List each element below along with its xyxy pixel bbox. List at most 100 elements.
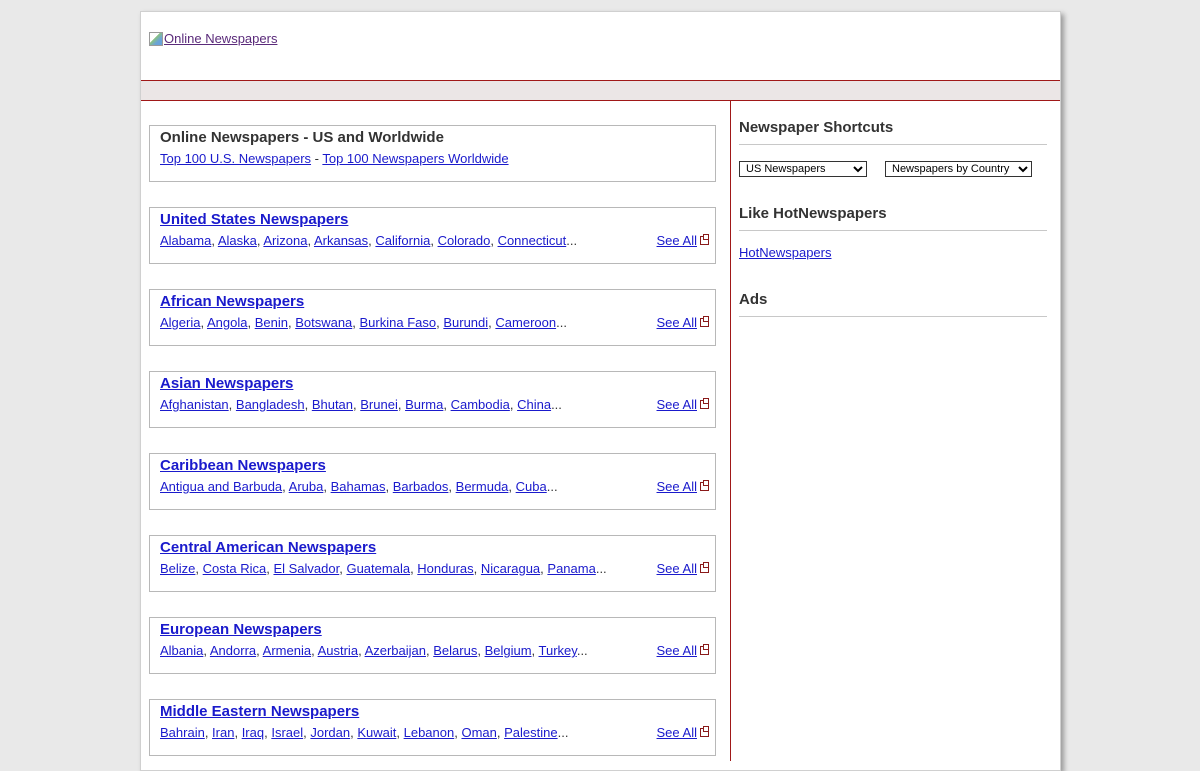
- list-separator: ,: [228, 397, 236, 412]
- country-link[interactable]: Nicaragua: [481, 561, 540, 576]
- country-link[interactable]: Alabama: [160, 233, 211, 248]
- country-link[interactable]: Panama: [547, 561, 595, 576]
- country-link[interactable]: Bahrain: [160, 725, 205, 740]
- country-link[interactable]: Bahamas: [331, 479, 386, 494]
- region-box: Caribbean Newspapers Antigua and Barbuda,…: [149, 453, 716, 510]
- country-link[interactable]: Afghanistan: [160, 397, 229, 412]
- country-link[interactable]: Arkansas: [314, 233, 368, 248]
- country-link[interactable]: Bangladesh: [236, 397, 305, 412]
- country-link[interactable]: Colorado: [438, 233, 491, 248]
- country-link[interactable]: Cameroon: [495, 315, 556, 330]
- see-all-link[interactable]: See All: [657, 725, 697, 740]
- country-link[interactable]: California: [375, 233, 430, 248]
- region-title-link[interactable]: United States Newspapers: [160, 211, 348, 228]
- country-link[interactable]: Angola: [207, 315, 247, 330]
- country-link[interactable]: Belarus: [433, 643, 477, 658]
- region-title-link[interactable]: European Newspapers: [160, 621, 322, 638]
- country-link[interactable]: Connecticut: [498, 233, 567, 248]
- list-ellipsis: ...: [595, 561, 607, 576]
- country-link[interactable]: Armenia: [263, 643, 311, 658]
- top-100-worldwide-link[interactable]: Top 100 Newspapers Worldwide: [322, 151, 508, 166]
- country-newspapers-select[interactable]: Newspapers by Country: [885, 161, 1032, 177]
- country-link[interactable]: Azerbaijan: [365, 643, 426, 658]
- country-link[interactable]: Belgium: [485, 643, 532, 658]
- country-link[interactable]: Andorra: [210, 643, 256, 658]
- country-link[interactable]: Turkey: [539, 643, 577, 658]
- site-logo-link[interactable]: Online Newspapers: [149, 31, 277, 46]
- country-link[interactable]: Bhutan: [312, 397, 353, 412]
- shortcut-selects: US Newspapers Newspapers by Country: [739, 161, 1047, 177]
- country-link[interactable]: Cuba: [516, 479, 547, 494]
- region-title: European Newspapers: [160, 621, 322, 638]
- see-all-link[interactable]: See All: [657, 397, 697, 412]
- country-link[interactable]: Algeria: [160, 315, 200, 330]
- region-title: Caribbean Newspapers: [160, 457, 326, 474]
- region-title: Asian Newspapers: [160, 375, 293, 392]
- see-all-link[interactable]: See All: [657, 315, 697, 330]
- region-title-link[interactable]: Central American Newspapers: [160, 539, 376, 556]
- country-link[interactable]: Kuwait: [357, 725, 396, 740]
- see-all: See All: [657, 479, 709, 494]
- country-link[interactable]: Botswana: [295, 315, 352, 330]
- region-title-link[interactable]: Caribbean Newspapers: [160, 457, 326, 474]
- country-link[interactable]: Antigua and Barbuda: [160, 479, 282, 494]
- external-window-icon[interactable]: [700, 726, 709, 737]
- country-link[interactable]: Benin: [255, 315, 288, 330]
- country-link[interactable]: Brunei: [360, 397, 398, 412]
- country-link[interactable]: Albania: [160, 643, 203, 658]
- list-separator: ,: [448, 479, 456, 494]
- top-100-us-link[interactable]: Top 100 U.S. Newspapers: [160, 151, 311, 166]
- country-link[interactable]: Iraq: [242, 725, 264, 740]
- list-separator: ,: [204, 725, 213, 740]
- country-link[interactable]: Aruba: [289, 479, 324, 494]
- external-window-icon[interactable]: [700, 644, 709, 655]
- country-link[interactable]: Arizona: [263, 233, 307, 248]
- country-link-list: Belize, Costa Rica, El Salvador, Guatema…: [160, 561, 607, 576]
- region-title-link[interactable]: Asian Newspapers: [160, 375, 293, 392]
- ads-title: Ads: [739, 291, 1047, 317]
- external-window-icon[interactable]: [700, 234, 709, 245]
- list-separator: ,: [352, 315, 360, 330]
- see-all: See All: [657, 725, 709, 740]
- see-all: See All: [657, 233, 709, 248]
- shortcuts-section: Newspaper Shortcuts US Newspapers Newspa…: [739, 119, 1047, 177]
- ads-section: Ads: [739, 291, 1047, 317]
- hotnewspapers-link[interactable]: HotNewspapers: [739, 245, 832, 260]
- country-link[interactable]: Belize: [160, 561, 195, 576]
- country-link[interactable]: Lebanon: [404, 725, 455, 740]
- country-link[interactable]: Palestine: [504, 725, 557, 740]
- country-link[interactable]: Cambodia: [451, 397, 510, 412]
- region-title-link[interactable]: African Newspapers: [160, 293, 304, 310]
- country-link[interactable]: Honduras: [417, 561, 473, 576]
- external-window-icon[interactable]: [700, 398, 709, 409]
- see-all: See All: [657, 643, 709, 658]
- see-all-link[interactable]: See All: [657, 561, 697, 576]
- country-link[interactable]: Alaska: [218, 233, 257, 248]
- see-all-link[interactable]: See All: [657, 479, 697, 494]
- country-link[interactable]: Jordan: [310, 725, 350, 740]
- list-separator: ,: [430, 233, 438, 248]
- country-link[interactable]: Israel: [271, 725, 303, 740]
- external-window-icon[interactable]: [700, 562, 709, 573]
- country-link[interactable]: Barbados: [393, 479, 449, 494]
- region-title-link[interactable]: Middle Eastern Newspapers: [160, 703, 359, 720]
- country-link[interactable]: El Salvador: [273, 561, 339, 576]
- us-newspapers-select[interactable]: US Newspapers: [739, 161, 867, 177]
- country-link[interactable]: China: [517, 397, 551, 412]
- external-window-icon[interactable]: [700, 316, 709, 327]
- country-link[interactable]: Burkina Faso: [360, 315, 437, 330]
- site-header: Online Newspapers: [141, 12, 1060, 81]
- country-link[interactable]: Burundi: [443, 315, 488, 330]
- list-separator: ,: [508, 479, 516, 494]
- country-link[interactable]: Oman: [461, 725, 496, 740]
- country-link[interactable]: Austria: [318, 643, 358, 658]
- country-link[interactable]: Costa Rica: [203, 561, 267, 576]
- see-all-link[interactable]: See All: [657, 643, 697, 658]
- country-link-list: Antigua and Barbuda, Aruba, Bahamas, Bar…: [160, 479, 558, 494]
- country-link[interactable]: Burma: [405, 397, 443, 412]
- country-link[interactable]: Bermuda: [456, 479, 509, 494]
- country-link[interactable]: Iran: [212, 725, 234, 740]
- see-all-link[interactable]: See All: [657, 233, 697, 248]
- external-window-icon[interactable]: [700, 480, 709, 491]
- country-link[interactable]: Guatemala: [346, 561, 410, 576]
